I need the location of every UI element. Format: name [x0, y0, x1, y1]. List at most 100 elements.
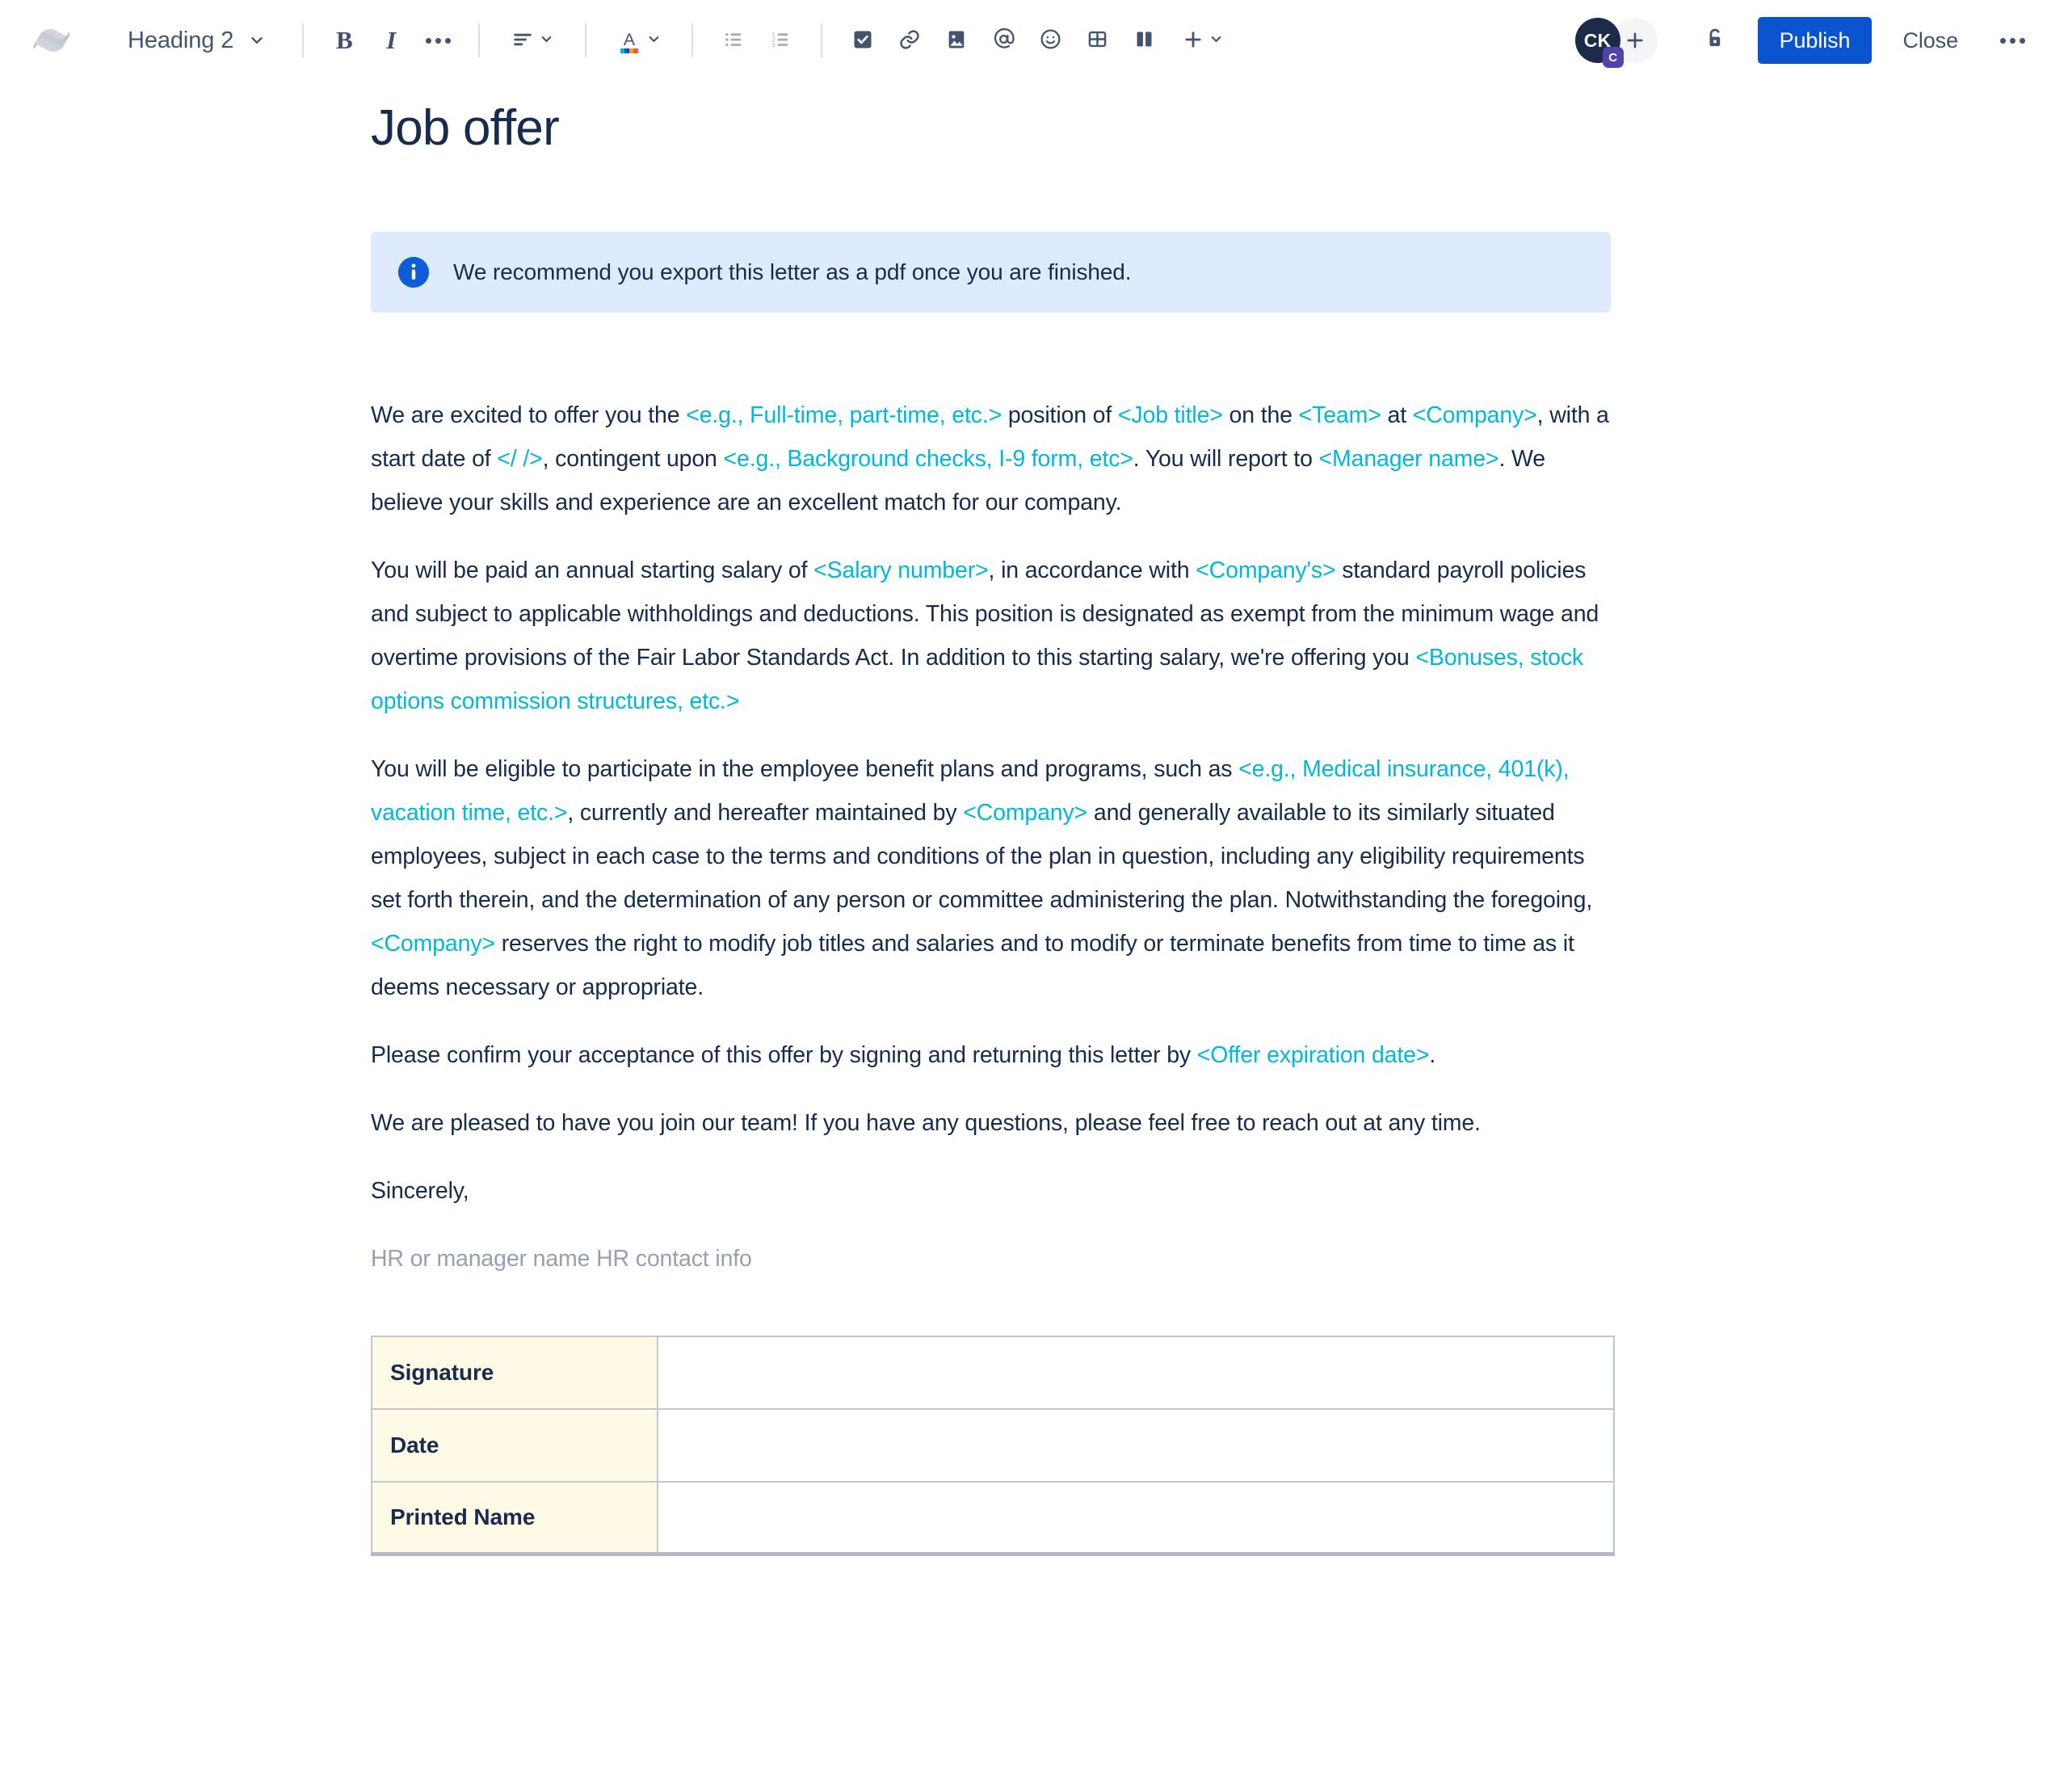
text-run: You will be paid an annual starting sala… — [371, 557, 814, 583]
bold-button[interactable]: B — [321, 17, 368, 64]
editor-toolbar: Heading 2 B I A 1 2 3 CK C Publish Close — [0, 0, 2068, 81]
italic-button[interactable]: I — [368, 17, 414, 64]
signer-placeholder[interactable]: HR or manager name HR contact info — [371, 1237, 1615, 1281]
link-button[interactable] — [886, 17, 933, 64]
plus-icon — [1627, 32, 1643, 48]
placeholder-employment-type[interactable]: <e.g., Full-time, part-time, etc.> — [686, 402, 1002, 428]
avatar-app-badge: C — [1602, 47, 1624, 68]
confluence-logo-icon[interactable] — [31, 19, 73, 61]
placeholder-team[interactable]: <Team> — [1299, 402, 1381, 428]
text-run: , currently and hereafter maintained by — [567, 799, 964, 826]
table-cell-value[interactable] — [657, 1335, 1615, 1410]
text-run: position of — [1002, 402, 1118, 428]
info-circle-icon — [398, 256, 429, 288]
ellipsis-icon — [1999, 37, 2025, 44]
block-style-dropdown[interactable]: Heading 2 — [115, 17, 277, 64]
toolbar-divider — [821, 23, 823, 57]
table-grid-icon — [1087, 28, 1108, 53]
table-row[interactable]: Signature — [371, 1335, 1615, 1410]
text-align-left-icon — [511, 28, 534, 53]
ellipsis-icon — [425, 37, 451, 44]
placeholder-offer-expiration-date[interactable]: <Offer expiration date> — [1197, 1042, 1430, 1068]
placeholder-company[interactable]: <Company> — [963, 800, 1087, 826]
text-color-a-icon: A — [617, 27, 641, 54]
placeholder-start-date[interactable]: </ /> — [497, 446, 542, 472]
info-panel-text: We recommend you export this letter as a… — [453, 259, 1132, 285]
placeholder-company[interactable]: <Company> — [371, 931, 495, 957]
insert-menu-button[interactable] — [1167, 17, 1238, 64]
link-icon — [898, 28, 921, 53]
text-run: , in accordance with — [988, 557, 1196, 583]
text-run: on the — [1222, 402, 1299, 428]
publish-button[interactable]: Publish — [1757, 17, 1873, 64]
table-row[interactable]: Printed Name — [371, 1480, 1615, 1555]
emoji-button[interactable] — [1027, 17, 1074, 64]
text-run: We are excited to offer you the — [371, 402, 687, 428]
svg-text:3: 3 — [772, 40, 776, 48]
toolbar-divider — [478, 23, 481, 57]
plus-icon — [1182, 28, 1204, 53]
mention-button[interactable] — [980, 17, 1027, 64]
placeholder-job-title[interactable]: <Job title> — [1118, 402, 1223, 428]
toolbar-divider — [691, 23, 694, 57]
page-title[interactable]: Job offer — [371, 99, 2068, 158]
toolbar-divider — [302, 23, 305, 57]
placeholder-manager-name[interactable]: <Manager name> — [1319, 446, 1499, 472]
text-run: Please confirm your acceptance of this o… — [371, 1041, 1197, 1068]
unlocked-padlock-icon — [1702, 26, 1728, 56]
text-align-button[interactable] — [497, 17, 568, 64]
table-row[interactable]: Date — [371, 1407, 1615, 1483]
text-run: , contingent upon — [542, 445, 724, 472]
placeholder-company-possessive[interactable]: <Company's> — [1196, 557, 1335, 583]
two-column-layout-icon — [1133, 28, 1155, 53]
text-run: We are pleased to have you join our team… — [371, 1109, 1481, 1136]
svg-text:A: A — [624, 29, 636, 48]
bullet-list-button[interactable] — [710, 17, 757, 64]
paragraph-salary: You will be paid an annual starting sala… — [371, 549, 1615, 723]
numbered-list-icon: 1 2 3 — [769, 28, 792, 53]
image-icon — [945, 28, 968, 53]
text-run: at — [1381, 402, 1413, 428]
overflow-menu-button[interactable] — [1989, 17, 2036, 64]
paragraph-offer: We are excited to offer you the <e.g., F… — [371, 393, 1615, 524]
letter-content[interactable]: We are excited to offer you the <e.g., F… — [371, 393, 1615, 1557]
task-list-button[interactable] — [839, 17, 886, 64]
close-button[interactable]: Close — [1883, 17, 1978, 64]
info-panel: We recommend you export this letter as a… — [371, 232, 1611, 313]
placeholder-company[interactable]: <Company> — [1413, 402, 1537, 428]
chevron-down-icon — [1208, 32, 1224, 49]
table-cell-value[interactable] — [657, 1407, 1615, 1483]
numbered-list-button[interactable]: 1 2 3 — [757, 17, 804, 64]
paragraph-benefits: You will be eligible to participate in t… — [371, 747, 1615, 1009]
chevron-down-icon — [539, 32, 554, 49]
text-run: . — [1429, 1041, 1436, 1068]
paragraph-sincerely: Sincerely, — [371, 1169, 1615, 1213]
more-formatting-button[interactable] — [414, 17, 461, 64]
paragraph-welcome: We are pleased to have you join our team… — [371, 1101, 1615, 1145]
table-button[interactable] — [1074, 17, 1120, 64]
paragraph-acceptance: Please confirm your acceptance of this o… — [371, 1033, 1615, 1077]
block-style-label: Heading 2 — [128, 27, 234, 53]
table-cell-value[interactable] — [657, 1480, 1615, 1555]
mention-at-icon — [992, 27, 1015, 53]
layout-button[interactable] — [1120, 17, 1167, 64]
table-cell-label[interactable]: Printed Name — [371, 1480, 658, 1555]
table-cell-label[interactable]: Signature — [371, 1335, 658, 1410]
emoji-smiley-icon — [1039, 27, 1062, 53]
checkbox-checked-icon — [851, 28, 874, 53]
collaborators: CK C — [1574, 18, 1658, 68]
table-cell-label[interactable]: Date — [371, 1407, 658, 1483]
placeholder-contingencies[interactable]: <e.g., Background checks, I-9 form, etc> — [724, 446, 1133, 472]
chevron-down-icon — [248, 32, 266, 49]
placeholder-salary-number[interactable]: <Salary number> — [813, 557, 989, 583]
text-color-button[interactable]: A — [603, 17, 675, 64]
bullet-list-icon — [722, 28, 745, 53]
text-run: . You will report to — [1133, 445, 1319, 472]
chevron-down-icon — [646, 32, 662, 49]
text-run: You will be eligible to participate in t… — [371, 755, 1239, 782]
signature-table[interactable]: Signature Date Printed Name — [371, 1335, 1615, 1557]
document-body: Job offer We recommend you export this l… — [0, 81, 2068, 1557]
image-button[interactable] — [933, 17, 980, 64]
restrictions-button[interactable] — [1692, 17, 1738, 64]
toolbar-divider — [585, 23, 587, 57]
